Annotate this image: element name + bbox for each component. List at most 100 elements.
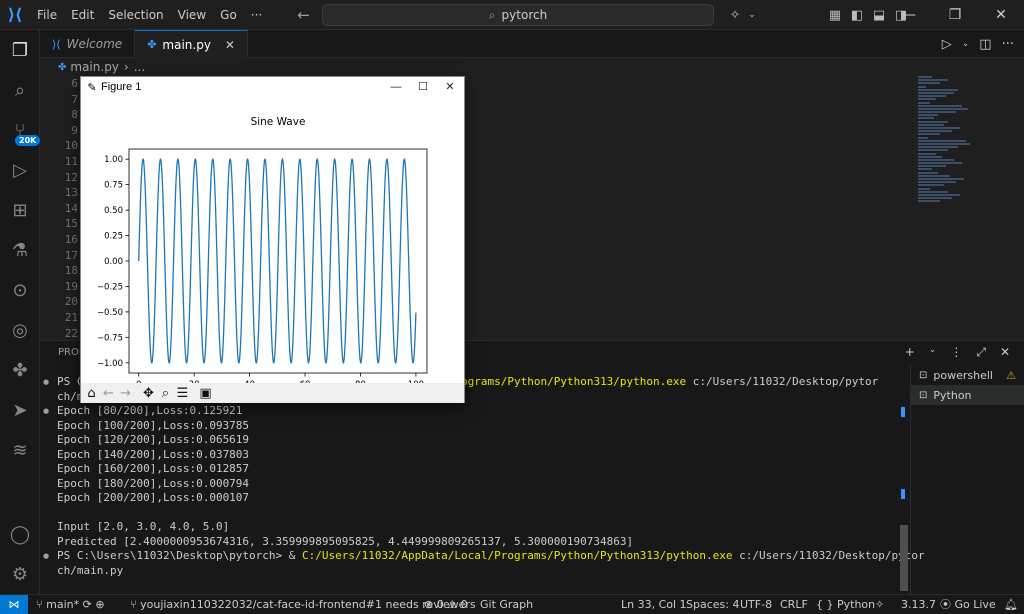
publish-icon[interactable]: ⊕ <box>95 598 104 611</box>
minimap-line <box>918 158 954 161</box>
go-live-label: Go Live <box>954 598 996 611</box>
command-decoration-icon[interactable]: ● <box>43 407 49 415</box>
terminal-line: PS C:\Users\11032\Desktop\pytorch> & C:/… <box>57 549 925 562</box>
minimap-line <box>918 88 958 91</box>
indentation[interactable]: Spaces: 4 <box>686 595 739 614</box>
breadcrumb-file[interactable]: main.py <box>70 60 119 74</box>
terminal-scrollbar[interactable] <box>900 365 908 595</box>
account-icon[interactable]: ◯ <box>0 514 40 554</box>
tab-main-py[interactable]: ✤ main.py ✕ <box>135 30 248 58</box>
configure-icon[interactable]: ☰ <box>174 384 191 402</box>
broadcast-icon: ⦿ <box>940 598 951 611</box>
copilot-icon[interactable]: ✧ <box>724 8 746 23</box>
deploy-icon[interactable]: ➤ <box>0 390 40 430</box>
branch-indicator[interactable]: ⑂ main* ⟳ ⊕ <box>36 595 105 614</box>
git-graph-button[interactable]: Git Graph <box>480 595 533 614</box>
minimap-line <box>918 178 964 180</box>
remote-indicator-icon[interactable]: ⋈ <box>0 595 28 614</box>
save-icon[interactable]: ▣ <box>197 384 214 402</box>
scrollbar-thumb[interactable] <box>900 525 908 591</box>
y-tick-label: −0.25 <box>97 282 123 292</box>
forward-icon[interactable]: → <box>117 384 134 402</box>
close-icon[interactable]: ✕ <box>1000 345 1010 360</box>
terminal-item-python[interactable]: ⊡ Python <box>911 385 1024 405</box>
chevron-down-icon[interactable]: ⌄ <box>746 10 758 20</box>
git-graph-icon[interactable]: ⊙ <box>0 270 40 310</box>
pull-request-icon: ⑂ <box>130 598 137 611</box>
language-mode[interactable]: { } Python <box>816 595 875 614</box>
more-actions-icon[interactable]: ⋮ <box>950 345 962 360</box>
line-number: 9 <box>71 123 78 137</box>
restore-icon[interactable]: ❐ <box>932 7 978 23</box>
menu-file[interactable]: File <box>30 0 64 30</box>
home-icon[interactable]: ⌂ <box>83 384 100 402</box>
menu-selection[interactable]: Selection <box>101 0 170 30</box>
more-actions-icon[interactable]: ··· <box>1002 37 1014 52</box>
minimap-line <box>918 95 946 98</box>
pan-icon[interactable]: ✥ <box>140 384 157 402</box>
source-control-icon[interactable]: ⑂ 20K <box>0 110 41 150</box>
breadcrumb-more[interactable]: ... <box>134 60 145 74</box>
cursor-position[interactable]: Ln 33, Col 1 <box>621 595 687 614</box>
command-center-search[interactable]: ⌕ pytorch <box>322 4 714 26</box>
back-icon[interactable]: ← <box>100 384 117 402</box>
terminal-line: Predicted [2.4000000953674316, 3.3599998… <box>57 534 634 548</box>
minimap-line <box>918 171 938 174</box>
minimize-icon[interactable]: — <box>886 7 932 23</box>
menu-more[interactable]: ··· <box>244 0 269 30</box>
menu-go[interactable]: Go <box>213 0 244 30</box>
testing-icon[interactable]: ⚗ <box>0 230 40 270</box>
matplotlib-figure-window[interactable]: ✎ Figure 1 — ☐ ✕ Sine Wave020406080100−1… <box>80 76 465 403</box>
back-arrow-icon[interactable]: ← <box>289 6 318 24</box>
maximize-icon[interactable]: ☐ <box>409 77 437 97</box>
command-decoration-icon[interactable]: ● <box>43 552 49 560</box>
editor-scrollbar[interactable] <box>1010 76 1024 340</box>
extensions-icon[interactable]: ⊞ <box>0 190 40 230</box>
docker-icon[interactable]: ◎ <box>0 310 40 350</box>
settings-icon[interactable]: ⚙ <box>0 554 40 594</box>
close-icon[interactable]: ✕ <box>436 77 464 97</box>
notifications-icon[interactable]: 🔔︎ <box>1004 595 1018 614</box>
tab-welcome[interactable]: ⟩⟨ Welcome <box>40 30 136 58</box>
toggle-sidebar-icon[interactable]: ◧ <box>846 8 868 23</box>
terminal-item-powershell[interactable]: ⊡ powershell ⚠ <box>911 365 1024 385</box>
menu-view[interactable]: View <box>171 0 213 30</box>
run-icon[interactable]: ▷ <box>942 37 952 52</box>
minimap-line <box>918 76 932 78</box>
explorer-icon[interactable]: ❐ <box>0 30 40 70</box>
split-editor-icon[interactable]: ◫ <box>979 37 991 52</box>
title-bar: ⟩⟨ File Edit Selection View Go ··· ← → ⌕… <box>0 0 1024 30</box>
command-decoration-icon[interactable]: ● <box>43 378 49 386</box>
close-icon[interactable]: ✕ <box>978 7 1024 23</box>
customize-layout-icon[interactable]: ▦ <box>824 8 846 23</box>
maximize-panel-icon[interactable]: ⤢ <box>976 345 986 360</box>
line-number: 22 <box>64 326 78 340</box>
copilot-status-icon[interactable]: ✧ <box>875 595 884 614</box>
close-icon[interactable]: ✕ <box>225 38 235 52</box>
minimize-icon[interactable]: — <box>382 77 410 97</box>
menu-edit[interactable]: Edit <box>64 0 101 30</box>
python-version[interactable]: 3.13.7 <box>901 595 936 614</box>
run-debug-icon[interactable]: ▷ <box>0 150 40 190</box>
terminal-icon: ⊡ <box>919 389 928 401</box>
go-live-button[interactable]: ⦿ Go Live <box>940 595 996 614</box>
minimap-line <box>918 146 958 149</box>
chevron-down-icon[interactable]: ⌄ <box>929 345 937 360</box>
encoding[interactable]: UTF-8 <box>740 595 772 614</box>
terminal-output[interactable]: PS C l/Programs/Python/Python313/python.… <box>57 375 925 578</box>
end-of-line[interactable]: CRLF <box>780 595 808 614</box>
figma-icon[interactable]: ✤ <box>0 350 40 390</box>
zoom-icon[interactable]: ⌕ <box>157 384 174 402</box>
plot-canvas[interactable]: Sine Wave020406080100−1.00−0.75−0.50−0.2… <box>81 97 464 390</box>
minimap[interactable] <box>918 76 988 206</box>
search-icon[interactable]: ⌕ <box>0 70 40 110</box>
layers-icon[interactable]: ≋ <box>0 430 40 470</box>
minimap-line <box>918 142 970 145</box>
scroll-marker <box>901 407 905 417</box>
problems-indicator[interactable]: ⊗ 0 ⚠ 0 <box>424 595 468 614</box>
minimap-line <box>918 91 954 94</box>
chevron-down-icon[interactable]: ⌄ <box>962 39 970 49</box>
new-terminal-icon[interactable]: + <box>905 345 915 360</box>
figure-title-bar[interactable]: ✎ Figure 1 — ☐ ✕ <box>81 77 464 97</box>
sync-icon[interactable]: ⟳ <box>83 598 92 611</box>
